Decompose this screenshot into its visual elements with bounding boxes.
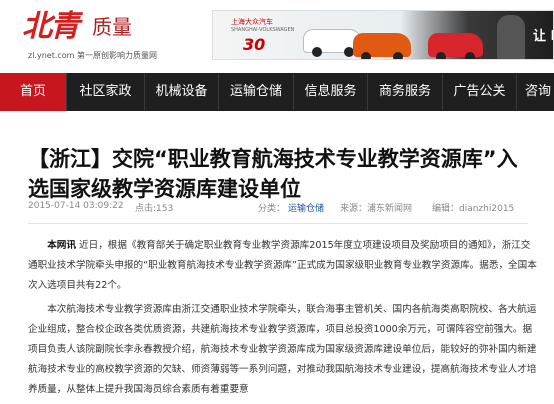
ad-years: 30 [243,35,266,54]
article-lead: 本网讯 [47,240,76,251]
nav-item-home[interactable]: 首页 [0,73,66,111]
site-header: 北青 质量 zl.ynet.com 第一原创影响力质量网 上海大众汽车 SHAN… [0,0,554,72]
article-title: 【浙江】交院“职业教育航海技术专业教学资源库”入选国家级教学资源库建设单位 [28,147,518,201]
car-image [428,33,483,59]
meta-divider [28,223,528,224]
nav-item-machinery[interactable]: 机械设备 [145,73,218,111]
nav-item-info-services[interactable]: 信息服务 [294,73,367,111]
article-meta: 2015-07-14 03:09:22 点击:153 分类： 运输仓储 来源：浦… [28,201,528,217]
ad-brand-en: SHANGHAI-VOLKSWAGEN [231,27,295,33]
logo-brand: 北青 [22,9,80,44]
logo-url-text: zl.ynet.com [28,51,75,60]
article-source: 来源：浦东新闻网 [340,204,413,214]
main-nav: 首页 社区家政 机械设备 运输仓储 信息服务 商务服务 广告公关 咨询 [0,73,554,111]
article-datetime: 2015-07-14 03:09:22 [28,201,124,211]
ad-brand: 上海大众汽车 [231,18,273,26]
article-paragraph: 本网讯 近日，根据《教育部关于确定职业教育专业教学资源库2015年度立项建设项目… [28,236,538,296]
article-category-label: 分类： [258,204,286,214]
site-logo[interactable]: 北青 质量 zl.ynet.com 第一原创影响力质量网 [22,8,182,64]
article-paragraph-text: 近日，根据《教育部关于确定职业教育专业教学资源库2015年度立项建设项目及奖励项… [28,240,537,291]
article-category-link[interactable]: 运输仓储 [288,204,324,214]
logo-url: zl.ynet.com 第一原创影响力质量网 [28,50,157,61]
article-paragraph: 本次航海技术专业教学资源库由浙江交通职业技术学院牵头，联合海事主管机关、国内各航… [28,304,537,395]
nav-item-business-services[interactable]: 商务服务 [368,73,442,111]
ad-slogan: 让 N [533,29,553,44]
article-clicks: 点击:153 [135,204,174,214]
article-author: 编辑：dianzhi2015 [432,204,515,214]
banner-ad[interactable]: 上海大众汽车 SHANGHAI-VOLKSWAGEN 30 让 N [212,10,554,60]
logo-product: 质量 [92,15,132,39]
nav-item-consulting[interactable]: 咨询 [517,73,554,111]
car-image [353,33,411,59]
ad-person-image [497,15,525,59]
nav-item-advertising[interactable]: 广告公关 [443,73,516,111]
logo-slogan: 第一原创影响力质量网 [77,51,158,60]
nav-item-transport[interactable]: 运输仓储 [219,73,293,111]
nav-item-community[interactable]: 社区家政 [67,73,144,111]
